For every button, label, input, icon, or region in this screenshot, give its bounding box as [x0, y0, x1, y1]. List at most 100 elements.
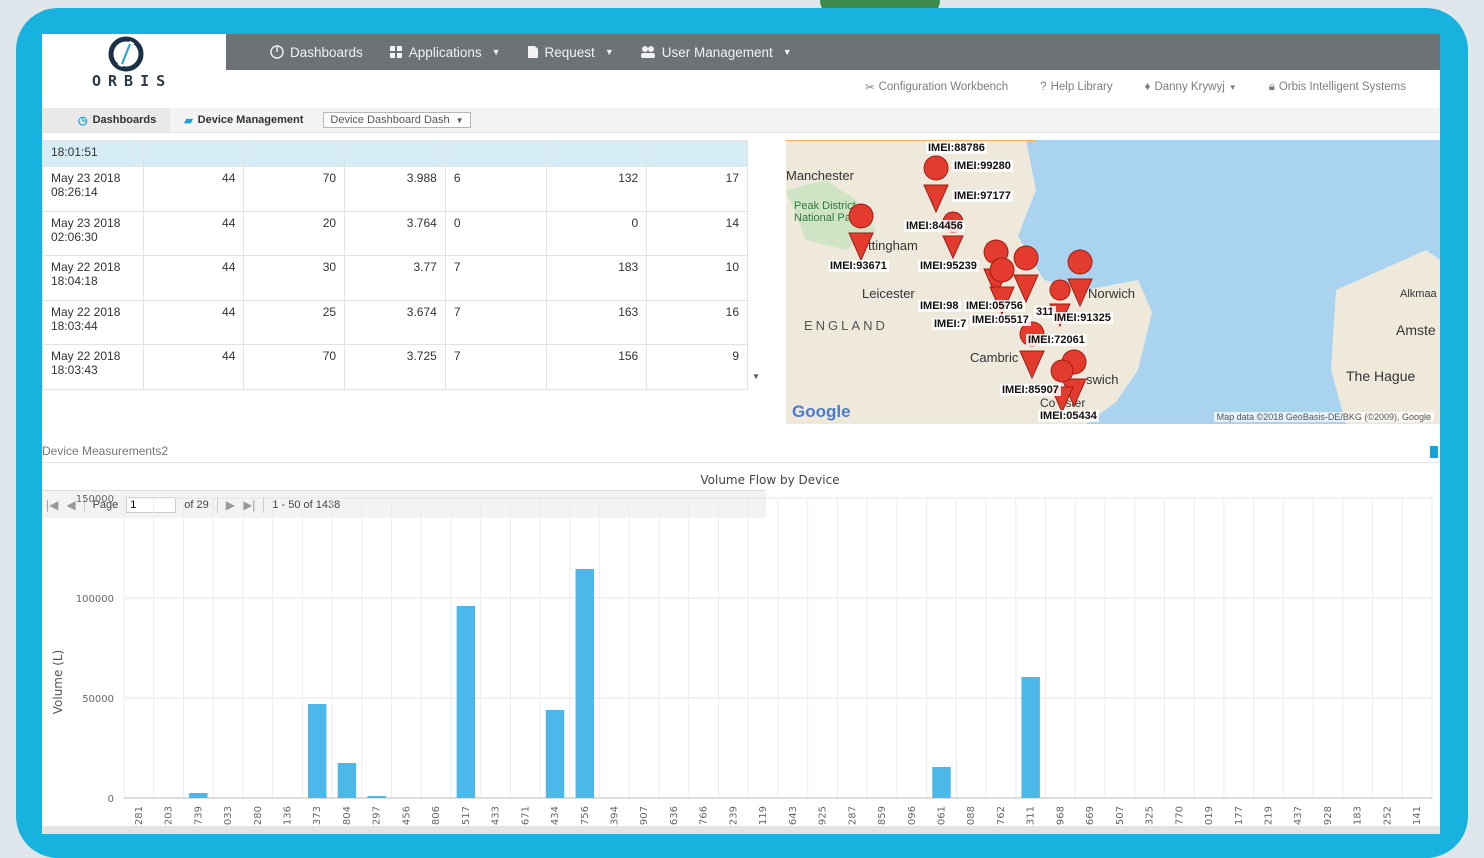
x-tick-label: 119	[758, 806, 769, 825]
nav-applications[interactable]: Applications ▼	[389, 45, 501, 60]
nav-label: User Management	[661, 44, 773, 60]
breadcrumb-device-management[interactable]: ▰ Device Management	[170, 108, 317, 132]
cell: 183	[545, 255, 648, 301]
cell: 44	[142, 299, 245, 345]
util-label: Configuration Workbench	[878, 81, 1009, 93]
util-label: Danny Krywyj	[1154, 81, 1225, 93]
chart-bar[interactable]	[337, 763, 357, 798]
cell-time: 18:01:51	[42, 140, 144, 167]
time-text: 18:04:18	[51, 274, 98, 288]
table-row[interactable]: May 23 2018 02:06:30 44 20 3.764 0 0 14	[42, 210, 748, 256]
chart-bar[interactable]	[932, 767, 951, 798]
time-text: 18:03:43	[51, 363, 98, 377]
app-screen: ORBIS Dashboards Applications ▼ Request ▼ …	[42, 34, 1440, 834]
chart-bar[interactable]	[575, 569, 594, 798]
map-marker-label[interactable]: IMEI:97177	[952, 190, 1013, 202]
breadcrumb-dashboards[interactable]: ◷ Dashboards	[42, 108, 171, 132]
x-tick-label: 183	[1353, 806, 1364, 825]
collapse-icon[interactable]	[1430, 446, 1438, 458]
nav-user-management[interactable]: User Management ▼	[640, 45, 792, 60]
chart-bar[interactable]	[1021, 677, 1040, 798]
table-row[interactable]: May 22 2018 18:03:44 44 25 3.674 7 163 16	[42, 299, 748, 345]
data-table: 18:01:51 May 23 2018 08:26:14 44 70 3.988 6 13…	[42, 140, 748, 390]
nav-request[interactable]: Request ▼	[527, 45, 614, 60]
chart-bar[interactable]	[189, 793, 208, 798]
x-tick-label: 433	[491, 806, 502, 825]
x-tick-label: 507	[1115, 806, 1126, 825]
map-marker-label[interactable]: IMEI:72061	[1026, 334, 1087, 346]
users-icon	[640, 46, 655, 58]
map-marker-label[interactable]: IMEI:05517	[970, 314, 1031, 326]
brand-logo[interactable]: ORBIS	[42, 34, 226, 104]
grid-icon	[389, 46, 402, 58]
cell: 156	[545, 344, 648, 390]
measurement-grid: 18:01:51 May 23 2018 08:26:14 44 70 3.988 6 13…	[42, 140, 766, 518]
map-marker-label[interactable]: IMEI:85907	[1000, 384, 1061, 396]
document-icon	[527, 46, 538, 58]
cell	[344, 140, 446, 167]
date-text: May 22 2018	[51, 260, 121, 274]
cell: 9	[646, 344, 748, 390]
chevron-down-icon: ▼	[782, 47, 792, 57]
horizontal-scrollbar[interactable]	[42, 826, 1440, 834]
x-tick-label: 096	[907, 806, 918, 825]
map-marker-label[interactable]: IMEI:88786	[926, 142, 987, 154]
map-attribution[interactable]: Map data ©2018 GeoBasis-DE/BKG (©2009), …	[1213, 412, 1434, 422]
breadcrumb-label: Device Management	[197, 114, 304, 126]
cell: 163	[545, 299, 648, 345]
util-label: Help Library	[1050, 81, 1113, 93]
map-marker-label[interactable]: IMEI:84456	[904, 220, 965, 232]
chevron-down-icon: ▼	[491, 47, 501, 57]
map-marker-label[interactable]: IMEI:7	[932, 318, 969, 330]
configuration-workbench-link[interactable]: ✂ Configuration Workbench	[865, 80, 1008, 94]
cell	[444, 140, 547, 167]
x-tick-label: 636	[669, 806, 680, 825]
cell: 7	[444, 255, 547, 301]
cell: 17	[646, 166, 748, 212]
table-row[interactable]: May 22 2018 18:04:18 44 30 3.77 7 183 10	[42, 255, 748, 301]
map-marker-label[interactable]: IMEI:91325	[1052, 312, 1113, 324]
nav-label: Request	[544, 44, 595, 60]
cell: 44	[142, 344, 245, 390]
x-tick-label: 088	[966, 806, 977, 825]
map-marker-label[interactable]: IMEI:95239	[918, 260, 979, 272]
cell	[646, 140, 748, 167]
cell: 70	[243, 344, 346, 390]
cell-date: May 22 2018 18:04:18	[42, 255, 144, 301]
cell: 25	[243, 299, 346, 345]
map-marker-label[interactable]: IMEI:98	[918, 300, 961, 312]
scroll-down-icon[interactable]: ▼	[752, 372, 760, 381]
table-row[interactable]: May 23 2018 08:26:14 44 70 3.988 6 132 17	[42, 166, 748, 212]
nav-label: Applications	[408, 44, 482, 60]
user-menu[interactable]: ♦ Danny Krywyj ▼	[1145, 80, 1237, 94]
x-tick-label: 394	[610, 806, 621, 825]
logo-wordmark: ORBIS	[92, 72, 173, 90]
date-text: May 22 2018	[51, 304, 121, 319]
map-marker-label[interactable]: IMEI:93671	[828, 260, 889, 272]
chart-title: Volume Flow by Device	[700, 473, 839, 487]
x-tick-label: 766	[699, 806, 710, 825]
panel-title: Device Measurements2	[42, 444, 169, 458]
map-marker-label[interactable]: IMEI:99280	[952, 160, 1013, 172]
map-marker-label[interactable]: IMEI:05434	[1038, 410, 1099, 422]
x-tick-label: 311	[1026, 806, 1037, 825]
help-library-link[interactable]: ? Help Library	[1040, 80, 1112, 94]
date-text: May 23 2018	[51, 171, 121, 185]
x-tick-label: 643	[788, 806, 799, 825]
cell: 44	[142, 210, 245, 256]
chart-bar[interactable]	[545, 710, 565, 798]
dashboard-select[interactable]: Device Dashboard Dash ▼	[323, 112, 471, 128]
table-row[interactable]: May 22 2018 18:03:43 44 70 3.725 7 156 9	[42, 344, 748, 390]
chart-bar[interactable]	[456, 606, 476, 798]
organization-link[interactable]: 🔒︎ Orbis Intelligent Systems	[1269, 80, 1406, 94]
cell: 20	[243, 210, 346, 256]
device-map[interactable]: Manchester Peak District National Park t…	[786, 140, 1440, 424]
cell: 44	[142, 166, 245, 212]
nav-dashboards[interactable]: Dashboards	[270, 45, 363, 60]
table-row-selected[interactable]: 18:01:51	[42, 140, 748, 167]
chart-bar[interactable]	[308, 704, 327, 798]
map-marker-label[interactable]: IMEI:05756	[964, 300, 1025, 312]
tools-icon: ✂	[864, 82, 875, 94]
chart-bar[interactable]	[367, 796, 386, 798]
cell: 30	[243, 255, 346, 301]
